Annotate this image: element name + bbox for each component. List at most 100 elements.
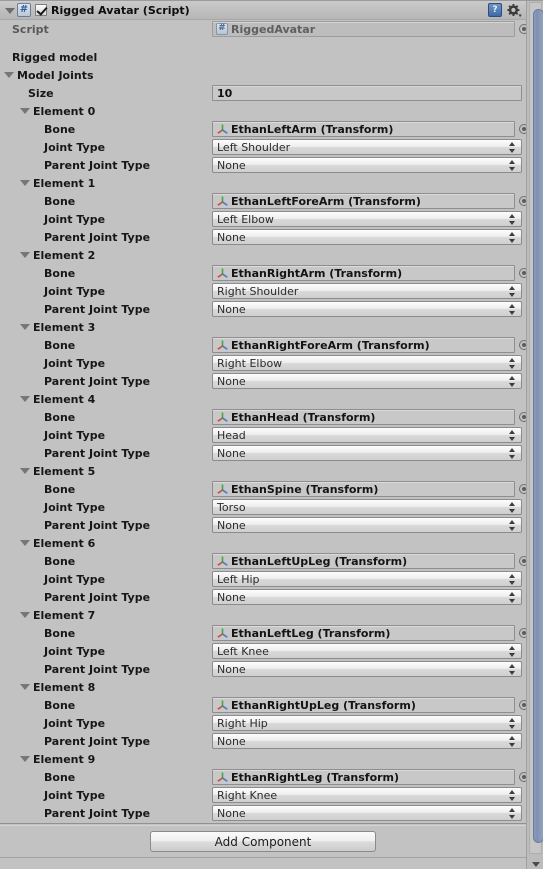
array-size-input[interactable]: 10 — [212, 85, 522, 101]
bone-object-picker-icon[interactable] — [519, 556, 526, 566]
element-foldout-row[interactable]: Element 4 — [0, 390, 526, 408]
script-object-field[interactable]: RiggedAvatar — [212, 21, 515, 37]
element-foldout-icon[interactable] — [20, 324, 30, 330]
joint-type-dropdown[interactable]: Left Hip — [212, 571, 522, 587]
bone-object-picker-icon[interactable] — [519, 196, 526, 206]
parent-joint-type-dropdown[interactable]: None — [212, 301, 522, 317]
parent-joint-type-dropdown[interactable]: None — [212, 589, 522, 605]
element-label: Element 3 — [33, 320, 96, 334]
scroll-down-arrow-icon[interactable] — [532, 862, 540, 867]
parent-joint-type-dropdown[interactable]: None — [212, 229, 522, 245]
parent-joint-type-dropdown[interactable]: None — [212, 805, 522, 821]
element-foldout-icon[interactable] — [20, 108, 30, 114]
joint-type-dropdown[interactable]: Right Hip — [212, 715, 522, 731]
element-foldout-row[interactable]: Element 9 — [0, 750, 526, 768]
script-value: RiggedAvatar — [231, 22, 316, 36]
bone-object-picker-icon[interactable] — [519, 124, 526, 134]
bone-object-picker-icon[interactable] — [519, 700, 526, 710]
parent-joint-type-dropdown[interactable]: None — [212, 517, 522, 533]
element-foldout-row[interactable]: Element 7 — [0, 606, 526, 624]
chevron-updown-icon — [509, 502, 516, 513]
bone-object-field[interactable]: EthanLeftArm (Transform) — [212, 121, 515, 137]
joint-type-dropdown[interactable]: Left Knee — [212, 643, 522, 659]
bone-label: Bone — [44, 770, 76, 784]
bone-object-field[interactable]: EthanHead (Transform) — [212, 409, 515, 425]
element-foldout-icon[interactable] — [20, 540, 30, 546]
element-foldout-icon[interactable] — [20, 252, 30, 258]
element-foldout-icon[interactable] — [20, 468, 30, 474]
joint-type-dropdown[interactable]: Right Knee — [212, 787, 522, 803]
array-size-value: 10 — [217, 86, 233, 100]
joint-type-dropdown[interactable]: Torso — [212, 499, 522, 515]
bone-object-picker-icon[interactable] — [519, 268, 526, 278]
script-asset-icon — [216, 22, 228, 35]
bone-object-field[interactable]: EthanSpine (Transform) — [212, 481, 515, 497]
bone-object-picker-icon[interactable] — [519, 484, 526, 494]
transform-icon — [216, 195, 229, 207]
element-foldout-row[interactable]: Element 1 — [0, 174, 526, 192]
element-foldout-row[interactable]: Element 8 — [0, 678, 526, 696]
element-block: Element 4 Bone EthanHead (Transform) Joint … — [0, 390, 526, 462]
vertical-scrollbar[interactable] — [526, 1, 543, 869]
parent-joint-type-dropdown[interactable]: None — [212, 445, 522, 461]
transform-icon — [216, 483, 229, 495]
element-foldout-icon[interactable] — [20, 612, 30, 618]
parent-joint-type-value: None — [217, 734, 246, 748]
chevron-updown-icon — [509, 646, 516, 657]
parent-joint-type-row: Parent Joint Type None — [0, 156, 526, 174]
bone-object-field[interactable]: EthanRightUpLeg (Transform) — [212, 697, 515, 713]
section-header: Rigged model — [12, 50, 98, 64]
parent-joint-type-row: Parent Joint Type None — [0, 804, 526, 822]
parent-joint-type-value: None — [217, 446, 246, 460]
bone-object-picker-icon[interactable] — [519, 772, 526, 782]
scrollbar-thumb[interactable] — [533, 9, 543, 843]
bone-object-field[interactable]: EthanLeftForeArm (Transform) — [212, 193, 515, 209]
element-foldout-row[interactable]: Element 2 — [0, 246, 526, 264]
parent-joint-type-dropdown[interactable]: None — [212, 733, 522, 749]
bone-object-field[interactable]: EthanRightArm (Transform) — [212, 265, 515, 281]
add-component-button[interactable]: Add Component — [150, 831, 376, 852]
element-foldout-icon[interactable] — [20, 396, 30, 402]
bone-object-field[interactable]: EthanRightLeg (Transform) — [212, 769, 515, 785]
bone-object-picker-icon[interactable] — [519, 628, 526, 638]
joint-type-dropdown[interactable]: Head — [212, 427, 522, 443]
joint-type-dropdown[interactable]: Left Shoulder — [212, 139, 522, 155]
scrollbar-track[interactable] — [529, 2, 543, 854]
bone-label: Bone — [44, 338, 76, 352]
parent-joint-type-dropdown[interactable]: None — [212, 373, 522, 389]
parent-joint-type-dropdown[interactable]: None — [212, 661, 522, 677]
help-book-icon[interactable] — [488, 3, 502, 17]
joint-type-dropdown[interactable]: Left Elbow — [212, 211, 522, 227]
element-foldout-icon[interactable] — [20, 684, 30, 690]
transform-icon — [216, 123, 229, 135]
element-foldout-row[interactable]: Element 6 — [0, 534, 526, 552]
script-object-picker-icon[interactable] — [519, 24, 526, 34]
transform-icon — [216, 411, 229, 423]
model-joints-foldout-icon[interactable] — [4, 72, 14, 78]
joint-type-dropdown[interactable]: Right Elbow — [212, 355, 522, 371]
component-header[interactable]: Rigged Avatar (Script) — [0, 1, 526, 20]
element-foldout-icon[interactable] — [20, 180, 30, 186]
bone-object-picker-icon[interactable] — [519, 412, 526, 422]
element-foldout-row[interactable]: Element 3 — [0, 318, 526, 336]
component-foldout-icon[interactable] — [4, 5, 15, 16]
bone-label: Bone — [44, 266, 76, 280]
joint-type-dropdown[interactable]: Right Shoulder — [212, 283, 522, 299]
gear-icon[interactable] — [507, 3, 522, 18]
element-block: Element 8 Bone EthanRightUpLeg (Transform)… — [0, 678, 526, 750]
model-joints-foldout-row[interactable]: Model Joints — [0, 66, 526, 84]
element-foldout-row[interactable]: Element 0 — [0, 102, 526, 120]
bone-value: EthanLeftArm (Transform) — [231, 122, 394, 136]
element-foldout-row[interactable]: Element 5 — [0, 462, 526, 480]
bone-object-field[interactable]: EthanRightForeArm (Transform) — [212, 337, 515, 353]
component-enabled-checkbox[interactable] — [35, 4, 47, 16]
bone-row: Bone EthanLeftLeg (Transform) — [0, 624, 526, 642]
bone-object-field[interactable]: EthanLeftUpLeg (Transform) — [212, 553, 515, 569]
element-foldout-icon[interactable] — [20, 756, 30, 762]
parent-joint-type-dropdown[interactable]: None — [212, 157, 522, 173]
script-label: Script — [12, 22, 49, 36]
bone-object-field[interactable]: EthanLeftLeg (Transform) — [212, 625, 515, 641]
joint-type-row: Joint Type Left Shoulder — [0, 138, 526, 156]
chevron-updown-icon — [509, 160, 516, 171]
bone-object-picker-icon[interactable] — [519, 340, 526, 350]
